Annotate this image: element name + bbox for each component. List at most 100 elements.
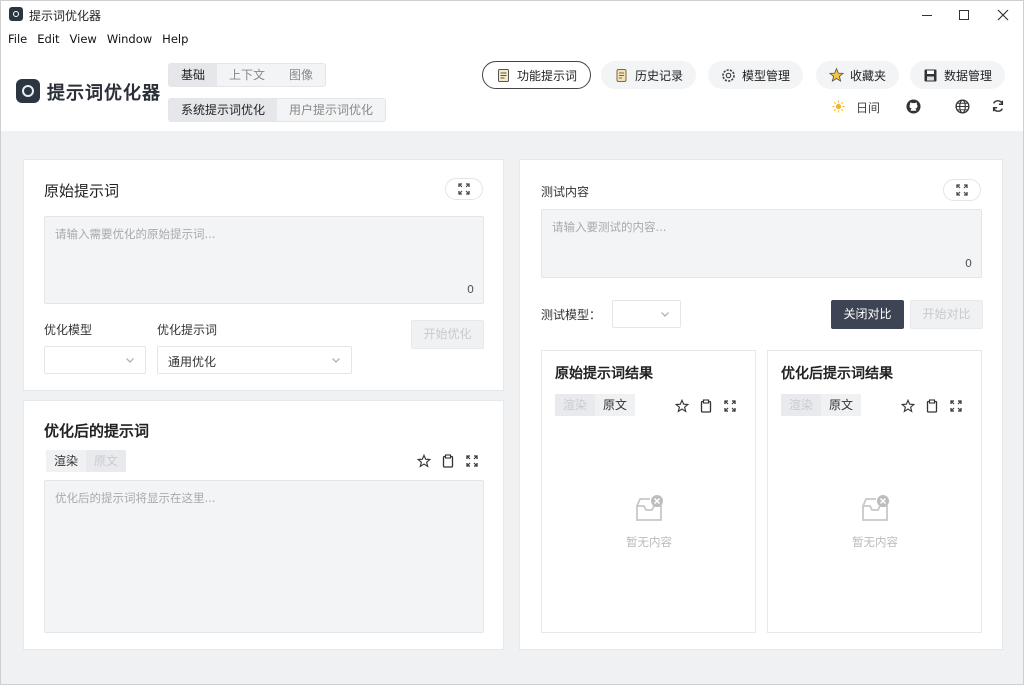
tab-user-prompt[interactable]: 用户提示词优化 bbox=[277, 99, 385, 121]
copy-icon[interactable] bbox=[698, 398, 713, 413]
original-empty-state: 暂无内容 bbox=[609, 493, 689, 550]
optimized-result-card: 优化后提示词结果 渲染 原文 暂无内容 bbox=[767, 350, 982, 633]
refresh-icon[interactable] bbox=[991, 99, 1005, 113]
test-model-select[interactable] bbox=[612, 300, 681, 328]
gear-icon bbox=[721, 68, 736, 83]
original-result-card: 原始提示词结果 渲染 原文 暂无内容 bbox=[541, 350, 756, 633]
empty-text: 暂无内容 bbox=[626, 535, 672, 549]
tab-source[interactable]: 原文 bbox=[86, 450, 127, 472]
maximize-icon[interactable] bbox=[944, 1, 984, 29]
close-compare-button[interactable]: 关闭对比 bbox=[831, 300, 904, 329]
tab-system-prompt[interactable]: 系统提示词优化 bbox=[169, 99, 278, 121]
original-prompt-placeholder: 请输入需要优化的原始提示词... bbox=[55, 227, 216, 241]
function-prompts-button[interactable]: 功能提示词 bbox=[482, 61, 592, 89]
brand-title: 提示词优化器 bbox=[47, 83, 161, 104]
tab-source[interactable]: 原文 bbox=[595, 394, 636, 416]
menu-edit[interactable]: Edit bbox=[32, 29, 64, 51]
sub-tabs: 系统提示词优化 用户提示词优化 bbox=[168, 98, 387, 122]
expand-original-button[interactable] bbox=[445, 178, 483, 200]
save-icon bbox=[923, 68, 938, 83]
chevron-down-icon bbox=[661, 312, 669, 317]
data-manage-label: 数据管理 bbox=[944, 68, 993, 83]
tab-context[interactable]: 上下文 bbox=[217, 64, 277, 86]
test-content-input[interactable]: 请输入要测试的内容... 0 bbox=[541, 209, 982, 278]
data-manage-button[interactable]: 数据管理 bbox=[910, 61, 1006, 89]
expand-icon bbox=[458, 183, 470, 195]
optimize-template-select[interactable]: 通用优化 bbox=[157, 346, 352, 374]
optimized-result-title: 优化后提示词结果 bbox=[781, 366, 893, 382]
tab-image[interactable]: 图像 bbox=[277, 64, 325, 86]
tab-render[interactable]: 渲染 bbox=[781, 394, 822, 416]
original-prompt-title: 原始提示词 bbox=[44, 182, 120, 200]
expand-icon[interactable] bbox=[464, 453, 479, 468]
globe-icon[interactable] bbox=[955, 99, 970, 114]
menu-help[interactable]: Help bbox=[157, 29, 193, 51]
star-outline-icon[interactable] bbox=[674, 398, 689, 413]
tab-render[interactable]: 渲染 bbox=[46, 450, 87, 472]
favorites-label: 收藏夹 bbox=[850, 68, 887, 83]
optimized-actions bbox=[416, 453, 479, 468]
original-char-count: 0 bbox=[467, 283, 474, 296]
menu-view[interactable]: View bbox=[65, 29, 102, 51]
app-icon bbox=[9, 7, 23, 21]
original-result-title: 原始提示词结果 bbox=[555, 366, 653, 382]
copy-icon[interactable] bbox=[440, 453, 455, 468]
expand-icon bbox=[956, 184, 968, 196]
optimized-result-tabs: 渲染 原文 bbox=[781, 394, 862, 416]
star-outline-icon[interactable] bbox=[416, 453, 431, 468]
empty-inbox-icon bbox=[636, 495, 663, 521]
chevron-down-icon bbox=[332, 358, 340, 363]
empty-inbox-icon bbox=[862, 495, 889, 521]
star-outline-icon[interactable] bbox=[900, 398, 915, 413]
minimize-icon[interactable] bbox=[907, 1, 947, 29]
optimize-model-select[interactable] bbox=[44, 346, 146, 374]
test-char-count: 0 bbox=[965, 257, 972, 270]
app-window: 提示词优化器 File Edit View Window Help 提示词优化器… bbox=[0, 0, 1024, 685]
test-panel: 测试内容 请输入要测试的内容... 0 测试模型： 关闭对比 开始对比 原始提示… bbox=[519, 159, 1003, 650]
start-compare-button[interactable]: 开始对比 bbox=[910, 300, 983, 329]
window-title: 提示词优化器 bbox=[29, 9, 102, 23]
chevron-down-icon bbox=[126, 358, 134, 363]
theme-label: 日间 bbox=[856, 101, 881, 115]
menu-window[interactable]: Window bbox=[102, 29, 157, 51]
optimize-template-value: 通用优化 bbox=[168, 355, 217, 369]
expand-icon[interactable] bbox=[722, 398, 737, 413]
title-bar: 提示词优化器 bbox=[1, 1, 1023, 29]
expand-test-button[interactable] bbox=[943, 179, 981, 201]
test-content-placeholder: 请输入要测试的内容... bbox=[552, 220, 667, 234]
star-icon bbox=[829, 67, 844, 83]
original-result-tabs: 渲染 原文 bbox=[555, 394, 636, 416]
github-icon[interactable] bbox=[906, 99, 921, 114]
tab-source[interactable]: 原文 bbox=[821, 394, 862, 416]
theme-toggle[interactable]: 日间 bbox=[832, 99, 880, 116]
logo-icon bbox=[16, 79, 40, 103]
close-icon[interactable] bbox=[983, 1, 1023, 29]
scroll-icon bbox=[614, 68, 629, 83]
menu-bar: File Edit View Window Help bbox=[1, 29, 1023, 51]
test-content-title: 测试内容 bbox=[541, 185, 590, 199]
start-optimize-button[interactable]: 开始优化 bbox=[411, 320, 484, 349]
tab-basic[interactable]: 基础 bbox=[169, 64, 218, 86]
app-header: 提示词优化器 基础 上下文 图像 系统提示词优化 用户提示词优化 功能提示词 历… bbox=[1, 51, 1023, 131]
optimized-result-actions bbox=[900, 398, 963, 413]
original-prompt-input[interactable]: 请输入需要优化的原始提示词... 0 bbox=[44, 216, 484, 304]
document-icon bbox=[496, 68, 511, 83]
function-prompts-label: 功能提示词 bbox=[517, 68, 578, 83]
original-prompt-panel: 原始提示词 请输入需要优化的原始提示词... 0 优化模型 优化提示词 通用优化… bbox=[23, 159, 504, 391]
optimized-view-tabs: 渲染 原文 bbox=[46, 450, 127, 472]
copy-icon[interactable] bbox=[924, 398, 939, 413]
history-label: 历史记录 bbox=[635, 68, 684, 83]
model-manage-button[interactable]: 模型管理 bbox=[708, 61, 804, 89]
expand-icon[interactable] bbox=[948, 398, 963, 413]
favorites-button[interactable]: 收藏夹 bbox=[816, 61, 900, 89]
optimized-prompt-panel: 优化后的提示词 渲染 原文 优化后的提示词将显示在这里... bbox=[23, 400, 504, 650]
optimized-prompt-placeholder: 优化后的提示词将显示在这里... bbox=[55, 491, 216, 505]
optimize-template-label: 优化提示词 bbox=[157, 323, 218, 337]
optimized-prompt-output[interactable]: 优化后的提示词将显示在这里... bbox=[44, 480, 484, 633]
history-button[interactable]: 历史记录 bbox=[601, 61, 697, 89]
tab-render[interactable]: 渲染 bbox=[555, 394, 596, 416]
sun-icon bbox=[832, 100, 845, 116]
mode-tabs: 基础 上下文 图像 bbox=[168, 63, 327, 87]
menu-file[interactable]: File bbox=[3, 29, 32, 51]
test-model-label: 测试模型： bbox=[541, 308, 602, 322]
